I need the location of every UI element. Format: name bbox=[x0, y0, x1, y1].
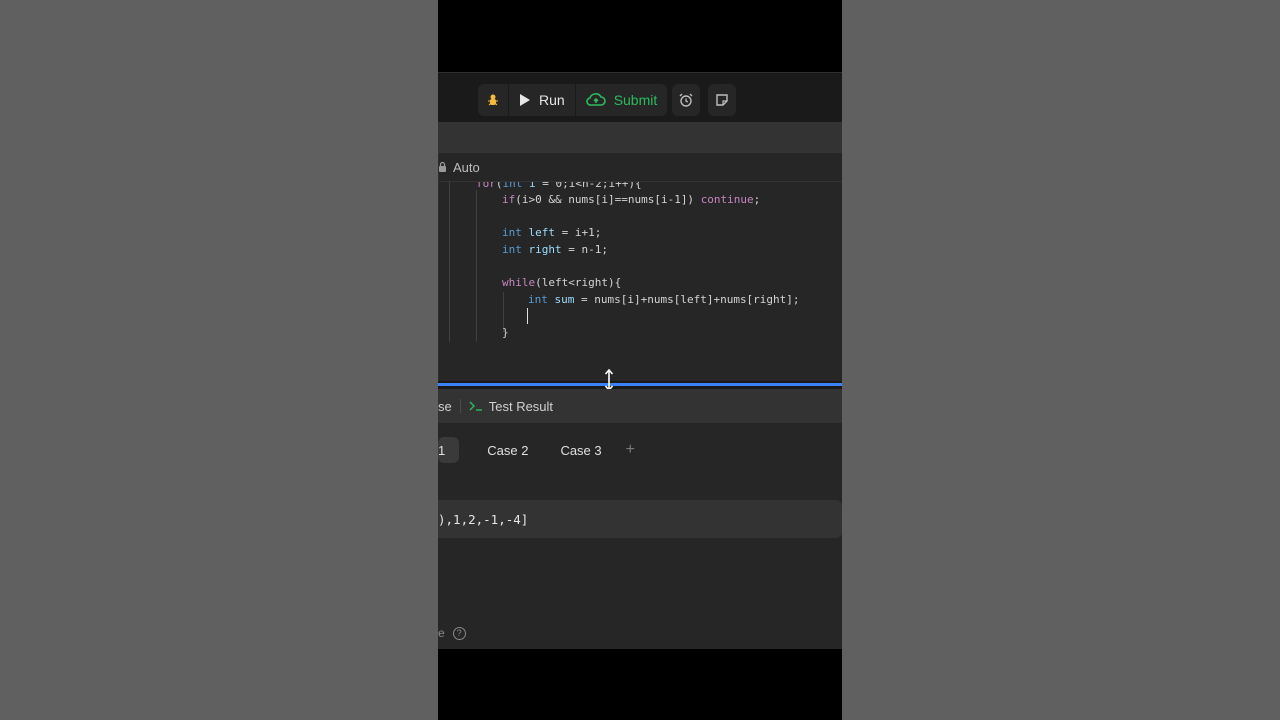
panel-resize-handle[interactable] bbox=[438, 369, 842, 391]
case-3-label: Case 3 bbox=[560, 442, 602, 458]
lock-icon bbox=[439, 162, 446, 172]
indent-guide bbox=[476, 190, 477, 342]
panel-tab-bar: se Test Result bbox=[438, 389, 842, 423]
case-selector: 1 Case 2 Case 3 + bbox=[438, 437, 647, 463]
submit-button[interactable]: Submit bbox=[576, 84, 668, 116]
panel-footer: e ? bbox=[438, 625, 466, 641]
code-line-1: for(int i = 0;i<n-2;i++){ bbox=[476, 182, 642, 190]
alarm-clock-icon bbox=[679, 93, 693, 107]
resize-cursor-icon bbox=[604, 369, 614, 391]
video-letterbox-left bbox=[0, 0, 438, 720]
help-icon[interactable]: ? bbox=[452, 626, 466, 640]
tab-test-result[interactable]: Test Result bbox=[469, 399, 553, 414]
case-3-button[interactable]: Case 3 bbox=[548, 437, 613, 463]
testcase-input-value: ),1,2,-1,-4] bbox=[438, 511, 529, 527]
run-submit-group: Run Submit bbox=[478, 84, 668, 116]
add-case-button[interactable]: + bbox=[614, 441, 647, 459]
language-selector[interactable]: Auto bbox=[453, 160, 480, 175]
code-line-6: int sum = nums[i]+nums[left]+nums[right]… bbox=[528, 293, 800, 306]
code-editor[interactable]: Auto for(int i = 0;i<n-2;i++){ if(i>0 &&… bbox=[438, 153, 842, 381]
case-1-button[interactable]: 1 bbox=[438, 437, 460, 463]
editor-toolbar: Run Submit bbox=[438, 72, 842, 122]
run-button[interactable]: Run bbox=[509, 84, 575, 116]
run-label: Run bbox=[539, 92, 565, 108]
debug-button[interactable] bbox=[478, 84, 508, 116]
code-line-5: while(left<right){ bbox=[502, 276, 622, 289]
timer-button[interactable] bbox=[672, 84, 700, 116]
code-line-4: int right = n-1; bbox=[502, 243, 608, 256]
case-2-button[interactable]: Case 2 bbox=[475, 437, 540, 463]
cloud-upload-icon bbox=[585, 93, 606, 106]
case-1-label: 1 bbox=[438, 442, 446, 458]
video-letterbox-right bbox=[842, 0, 1280, 720]
splitter-highlight bbox=[438, 383, 842, 386]
terminal-icon bbox=[469, 401, 482, 411]
note-icon bbox=[716, 94, 728, 106]
testcase-input[interactable]: ),1,2,-1,-4] bbox=[438, 500, 842, 538]
code-area[interactable]: for(int i = 0;i<n-2;i++){ if(i>0 && nums… bbox=[439, 182, 842, 382]
footer-label: e bbox=[438, 626, 445, 640]
debug-icon bbox=[488, 94, 498, 106]
case-2-label: Case 2 bbox=[487, 442, 529, 458]
code-line-7: } bbox=[502, 326, 509, 339]
submit-label: Submit bbox=[613, 92, 658, 108]
editor-header-strip bbox=[438, 122, 842, 153]
code-line-3: int left = i+1; bbox=[502, 226, 602, 239]
tab-testcase[interactable]: se bbox=[438, 399, 452, 414]
notes-button[interactable] bbox=[708, 84, 736, 116]
play-icon bbox=[520, 94, 530, 106]
tab-divider bbox=[459, 399, 461, 413]
code-line-2: if(i>0 && nums[i]==nums[i-1]) continue; bbox=[502, 193, 761, 206]
text-cursor bbox=[527, 308, 528, 324]
indent-guide bbox=[449, 182, 450, 342]
tab-test-result-label: Test Result bbox=[488, 398, 554, 414]
leetcode-screen: Run Submit Auto for(int i = 0;i<n-2;i++)… bbox=[438, 0, 842, 720]
language-bar: Auto bbox=[439, 153, 842, 182]
testcase-panel: se Test Result 1 Case 2 Case 3 +),1,2,-… bbox=[438, 389, 842, 649]
